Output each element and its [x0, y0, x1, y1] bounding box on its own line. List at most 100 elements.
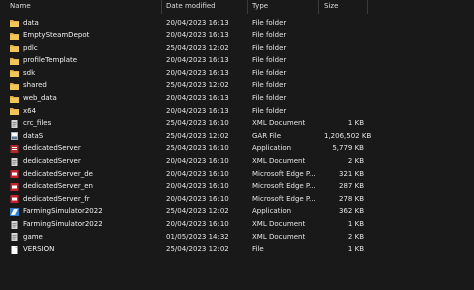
file-type: File folder [252, 106, 287, 115]
file-row[interactable]: data 20/04/2023 16:13 File folder [0, 17, 474, 30]
file-type: XML Document [252, 119, 306, 128]
file-name: dedicatedServer_fr [23, 194, 90, 203]
column-divider[interactable] [367, 0, 368, 14]
file-type: File folder [252, 31, 287, 40]
file-type: XML Document [252, 157, 306, 166]
file-type: File [252, 245, 264, 254]
file-size: 321 KB [339, 169, 364, 178]
file-date-modified: 20/04/2023 16:13 [166, 18, 229, 27]
file-row[interactable]: dataS 25/04/2023 12:02 GAR File 1,206,502 K… [0, 130, 474, 143]
folder-icon [10, 82, 19, 90]
file-name: shared [23, 81, 47, 90]
file-size: 1 KB [347, 245, 364, 254]
file-date-modified: 25/04/2023 16:10 [166, 144, 229, 153]
file-row[interactable]: crc_files 25/04/2023 16:10 XML Document 1 K… [0, 118, 474, 131]
file-name: profileTemplate [23, 56, 78, 65]
file-name: VERSION [23, 245, 55, 254]
file-size: 1,206,502 KB [324, 131, 372, 140]
file-date-modified: 25/04/2023 12:02 [166, 43, 229, 52]
file-name: game [23, 232, 43, 241]
file-type: GAR File [252, 131, 282, 140]
file-date-modified: 20/04/2023 16:10 [166, 220, 229, 228]
file-date-modified: 20/04/2023 16:13 [166, 31, 229, 40]
file-date-modified: 01/05/2023 14:32 [166, 232, 229, 241]
folder-icon [10, 69, 19, 78]
pdf-file-icon [10, 195, 19, 204]
file-row[interactable]: VERSION 25/04/2023 12:02 File 1 KB [0, 244, 474, 257]
column-divider[interactable] [161, 0, 162, 14]
file-row[interactable]: FarmingSimulator2022 25/04/2023 12:02 Appl… [0, 206, 474, 219]
file-type: Microsoft Edge P... [252, 194, 316, 203]
file-size: 5,779 KB [332, 144, 364, 153]
file-row[interactable]: web_data 20/04/2023 16:13 File folder [0, 93, 474, 106]
file-row[interactable]: profileTemplate 20/04/2023 16:13 File fold… [0, 55, 474, 68]
file-type: File folder [252, 18, 287, 27]
blank-file-icon [10, 245, 19, 254]
file-name: dedicatedServer [23, 157, 81, 166]
folder-icon [10, 19, 19, 27]
pdf-file-icon [10, 182, 19, 191]
file-date-modified: 25/04/2023 12:02 [166, 81, 229, 90]
file-explorer: Name Date modified Type Size data 20/04/2… [0, 0, 474, 290]
xml-file-icon [10, 157, 19, 166]
file-row[interactable]: game 01/05/2023 14:32 XML Document 2 KB [0, 231, 474, 244]
file-date-modified: 25/04/2023 16:10 [166, 119, 229, 128]
file-name: dedicatedServer_en [23, 182, 93, 191]
server-app-icon [10, 144, 19, 153]
file-type: Application [252, 207, 292, 216]
file-date-modified: 20/04/2023 16:10 [166, 182, 229, 191]
column-header-bar: Name Date modified Type Size [0, 0, 474, 14]
file-size: 1 KB [347, 220, 364, 228]
file-size: 287 KB [339, 182, 364, 191]
file-row[interactable]: FarmingSimulator2022 20/04/2023 16:10 XML … [0, 219, 474, 232]
file-row[interactable]: dedicatedServer_en 20/04/2023 16:10 Micros… [0, 181, 474, 194]
file-date-modified: 20/04/2023 16:13 [166, 56, 229, 65]
column-header-date-modified[interactable]: Date modified [166, 2, 216, 10]
file-type: File folder [252, 43, 287, 52]
column-header-name[interactable]: Name [10, 2, 31, 10]
file-date-modified: 20/04/2023 16:10 [166, 194, 229, 203]
file-row[interactable]: pdlc 25/04/2023 12:02 File folder [0, 42, 474, 55]
file-size: 2 KB [347, 232, 364, 241]
file-size: 2 KB [347, 157, 364, 166]
file-type: Microsoft Edge P... [252, 169, 316, 178]
column-header-type[interactable]: Type [252, 2, 268, 10]
file-row[interactable]: dedicatedServer 25/04/2023 16:10 Applicati… [0, 143, 474, 156]
file-row[interactable]: x64 20/04/2023 16:13 File folder [0, 105, 474, 118]
file-type: Microsoft Edge P... [252, 182, 316, 191]
game-app-icon [10, 207, 19, 216]
file-type: File folder [252, 81, 287, 90]
file-name: EmptySteamDepot [23, 31, 90, 40]
pdf-file-icon [10, 170, 19, 179]
file-name: FarmingSimulator2022 [23, 207, 103, 216]
file-type: File folder [252, 56, 287, 65]
file-name: dataS [23, 131, 44, 140]
file-name: dedicatedServer [23, 144, 81, 153]
file-name: dedicatedServer_de [23, 169, 93, 178]
folder-icon [10, 32, 19, 40]
column-header-size[interactable]: Size [324, 2, 338, 10]
file-row[interactable]: dedicatedServer_fr 20/04/2023 16:10 Micros… [0, 193, 474, 206]
file-name: pdlc [23, 43, 38, 52]
gar-file-icon [10, 132, 19, 141]
file-date-modified: 20/04/2023 16:10 [166, 157, 229, 166]
column-divider[interactable] [318, 0, 319, 14]
file-row[interactable]: dedicatedServer 20/04/2023 16:10 XML Docum… [0, 156, 474, 169]
file-size: 362 KB [339, 207, 364, 216]
column-divider[interactable] [247, 0, 248, 14]
file-row[interactable]: sdk 20/04/2023 16:13 File folder [0, 67, 474, 80]
file-name: data [23, 18, 39, 27]
file-name: FarmingSimulator2022 [23, 220, 103, 228]
xml-file-icon [10, 119, 19, 128]
file-row[interactable]: shared 25/04/2023 12:02 File folder [0, 80, 474, 93]
file-list: data 20/04/2023 16:13 File folder EmptyStea… [0, 17, 474, 256]
file-row[interactable]: dedicatedServer_de 20/04/2023 16:10 Micros… [0, 168, 474, 181]
file-name: x64 [23, 106, 37, 115]
file-type: File folder [252, 94, 287, 103]
file-type: Application [252, 144, 292, 153]
folder-icon [10, 107, 19, 116]
folder-icon [10, 95, 19, 103]
file-date-modified: 25/04/2023 12:02 [166, 245, 229, 254]
file-type: XML Document [252, 232, 306, 241]
file-row[interactable]: EmptySteamDepot 20/04/2023 16:13 File fold… [0, 30, 474, 43]
